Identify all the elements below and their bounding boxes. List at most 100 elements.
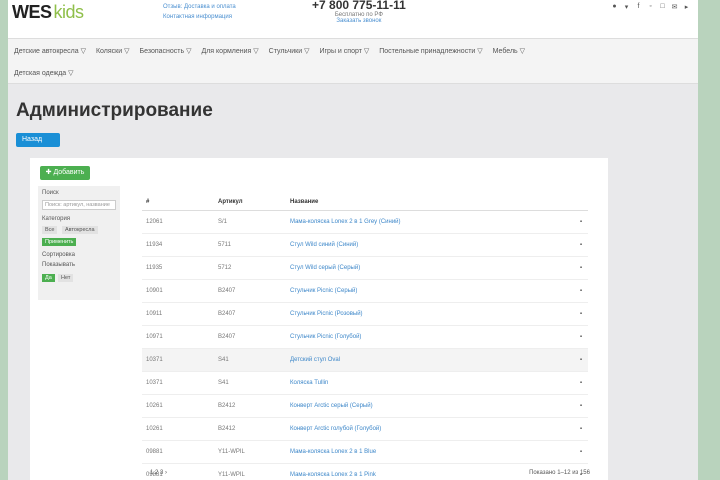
cell-name-link[interactable]: Стульчик Picnic (Голубой): [289, 325, 546, 349]
back-button[interactable]: Назад: [16, 133, 60, 147]
delete-icon[interactable]: ▪: [546, 440, 588, 464]
add-button-label: Добавить: [53, 169, 85, 176]
nav-item-clothing[interactable]: Детская одежда ▽: [14, 69, 74, 77]
filter-label-search: Поиск: [42, 190, 59, 196]
instagram-icon[interactable]: □: [659, 3, 666, 11]
cell-name-link[interactable]: Стул Wild синий (Синий): [289, 233, 546, 257]
cell-id: 10371: [142, 348, 217, 372]
cell-article: B2407: [217, 325, 289, 349]
cell-article: 5712: [217, 256, 289, 280]
table-row[interactable]: 10971 B2407 Стульчик Picnic (Голубой) ▪: [142, 325, 588, 349]
delete-icon[interactable]: ▪: [546, 394, 588, 418]
nav-item-furniture[interactable]: Мебель ▽: [493, 47, 525, 55]
column-header-article[interactable]: Артикул: [217, 194, 289, 211]
logo-text: WES: [12, 2, 52, 22]
delete-icon[interactable]: ▪: [546, 371, 588, 395]
page-title: Администрирование: [16, 100, 213, 121]
cell-name-link[interactable]: Мама-коляска Lonex 2 в 1 Grey (Синий): [289, 210, 546, 234]
phone-number[interactable]: +7 800 775-11-11: [312, 0, 406, 12]
logo[interactable]: WES kids: [12, 2, 84, 23]
site-header: WES kids Отзыв: Доставка и оплата Контакт…: [8, 0, 698, 38]
cell-id: 10261: [142, 394, 217, 418]
toggle-yes[interactable]: Да: [42, 274, 55, 282]
products-table: # Артикул Название 12061 S/1 Мама-коляска …: [142, 194, 588, 480]
table-body: 12061 S/1 Мама-коляска Lonex 2 в 1 Grey (С…: [142, 210, 588, 480]
nav-item-feeding[interactable]: Для кормления ▽: [201, 47, 258, 55]
nav-item-chairs[interactable]: Стульчики ▽: [269, 47, 310, 55]
pagination: 1 2 3 › Показано 1–12 из 156: [150, 470, 590, 480]
twitter-icon[interactable]: ▾: [623, 3, 630, 11]
delete-icon[interactable]: ▪: [546, 417, 588, 441]
table-row[interactable]: 10911 B2407 Стульчик Picnic (Розовый) ▪: [142, 302, 588, 326]
cell-article: 5711: [217, 233, 289, 257]
cell-article: B2412: [217, 394, 289, 418]
add-button[interactable]: ✚ Добавить: [40, 166, 90, 180]
cell-id: 10371: [142, 371, 217, 395]
delete-icon[interactable]: ▪: [546, 233, 588, 257]
page-links[interactable]: 1 2 3 ›: [150, 470, 167, 476]
header-link-delivery[interactable]: Отзыв: Доставка и оплата: [163, 2, 236, 12]
cell-article: S/1: [217, 210, 289, 234]
callback-link[interactable]: Заказать звонок: [312, 18, 406, 24]
facebook-icon[interactable]: f: [635, 3, 642, 11]
cell-article: Y11-WPIL: [217, 440, 289, 464]
main-nav-row: Детская одежда ▽: [8, 69, 80, 77]
mail-icon[interactable]: ✉: [671, 3, 678, 11]
social-icons: ● ▾ f ◦ □ ✉ ▸: [611, 3, 690, 11]
table-row[interactable]: 10261 B2412 Конверт Arctic голубой (Голубо…: [142, 417, 588, 441]
apply-filter-button[interactable]: Применить: [42, 238, 77, 246]
table-row[interactable]: 09881 Y11-WPIL Мама-коляска Lonex 2 в 1 Bl…: [142, 440, 588, 464]
filter-chip-all[interactable]: Все: [42, 226, 58, 234]
main-nav-row: Детские автокресла ▽ Коляски ▽ Безопасно…: [8, 47, 531, 55]
delete-icon[interactable]: ▪: [546, 348, 588, 372]
odnoklassniki-icon[interactable]: ◦: [647, 3, 654, 11]
column-header-actions: [546, 194, 588, 211]
vk-icon[interactable]: ●: [611, 3, 618, 11]
cell-article: B2407: [217, 279, 289, 303]
search-input[interactable]: Поиск: артикул, название: [42, 200, 116, 210]
nav-item-safety[interactable]: Безопасность ▽: [139, 47, 191, 55]
cell-id: 10261: [142, 417, 217, 441]
table-row[interactable]: 10261 B2412 Конверт Arctic серый (Серый) ▪: [142, 394, 588, 418]
table-row[interactable]: 10901 B2407 Стульчик Picnic (Серый) ▪: [142, 279, 588, 303]
toggle-no[interactable]: Нет: [58, 274, 74, 282]
cell-id: 09881: [142, 440, 217, 464]
cell-name-link[interactable]: Коляска Tullin: [289, 371, 546, 395]
cell-article: B2407: [217, 302, 289, 326]
cell-name-link[interactable]: Конверт Arctic серый (Серый): [289, 394, 546, 418]
cell-name-link[interactable]: Стул Wild серый (Серый): [289, 256, 546, 280]
nav-item-bedding[interactable]: Постельные принадлежности ▽: [379, 47, 482, 55]
admin-panel: ✚ Добавить Поиск Поиск: артикул, названи…: [30, 158, 608, 480]
cell-name-link[interactable]: Стульчик Picnic (Розовый): [289, 302, 546, 326]
delete-icon[interactable]: ▪: [546, 210, 588, 234]
cell-name-link[interactable]: Стульчик Picnic (Серый): [289, 279, 546, 303]
table-row[interactable]: 10371 S41 Коляска Tullin ▪: [142, 371, 588, 395]
column-header-name[interactable]: Название: [289, 194, 546, 211]
cell-id: 10911: [142, 302, 217, 326]
filter-label-category: Категория: [42, 216, 71, 222]
nav-item-games[interactable]: Игры и спорт ▽: [319, 47, 369, 55]
app-frame: WES kids Отзыв: Доставка и оплата Контакт…: [8, 0, 698, 480]
delete-icon[interactable]: ▪: [546, 325, 588, 349]
delete-icon[interactable]: ▪: [546, 256, 588, 280]
cell-name-link[interactable]: Конверт Arctic голубой (Голубой): [289, 417, 546, 441]
youtube-icon[interactable]: ▸: [683, 3, 690, 11]
nav-item-strollers[interactable]: Коляски ▽: [96, 47, 130, 55]
cell-id: 11935: [142, 256, 217, 280]
filter-label-show: Показывать: [42, 262, 75, 268]
table-row[interactable]: 11934 5711 Стул Wild синий (Синий) ▪: [142, 233, 588, 257]
nav-item-car-seats[interactable]: Детские автокресла ▽: [14, 47, 86, 55]
filter-label-sort: Сортировка: [42, 252, 75, 258]
cell-id: 10901: [142, 279, 217, 303]
cell-name-link[interactable]: Мама-коляска Lonex 2 в 1 Blue: [289, 440, 546, 464]
header-link-contacts[interactable]: Контактная информация: [163, 12, 236, 22]
cell-name-link[interactable]: Детский стул Oval: [289, 348, 546, 372]
delete-icon[interactable]: ▪: [546, 279, 588, 303]
table-row[interactable]: 11935 5712 Стул Wild серый (Серый) ▪: [142, 256, 588, 280]
table-row[interactable]: 10371 S41 Детский стул Oval ▪: [142, 348, 588, 372]
table-row[interactable]: 12061 S/1 Мама-коляска Lonex 2 в 1 Grey (С…: [142, 210, 588, 234]
delete-icon[interactable]: ▪: [546, 302, 588, 326]
filter-chip-category[interactable]: Автокресла: [62, 226, 98, 234]
header-links: Отзыв: Доставка и оплата Контактная инфо…: [163, 2, 236, 22]
column-header-id[interactable]: #: [142, 194, 217, 211]
